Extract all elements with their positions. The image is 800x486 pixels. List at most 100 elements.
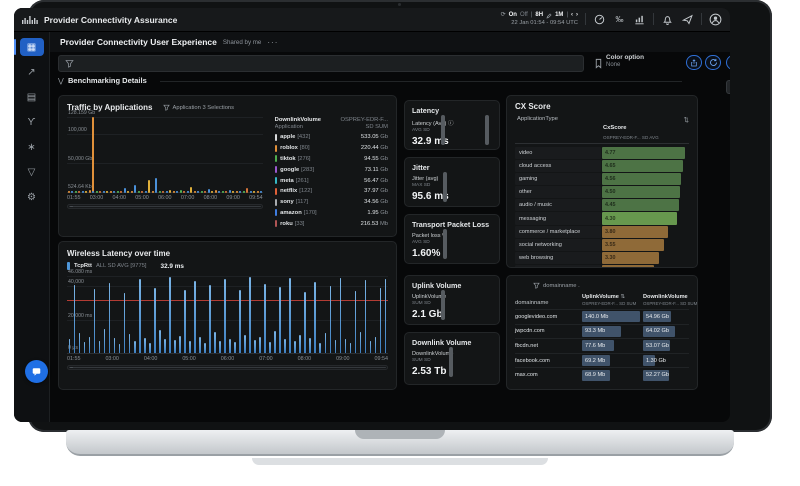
range-next[interactable]: ›	[576, 12, 578, 20]
domain-row[interactable]: googlevideo.com140.0 Mb54.96 Gb	[515, 309, 689, 324]
col-application[interactable]: Application	[275, 124, 303, 130]
app-volume: 220.44 Gb	[361, 145, 388, 151]
range-value[interactable]: 8H	[535, 12, 543, 20]
domain-row[interactable]: jwpcdn.com93.3 Mb64.02 Gb	[515, 324, 689, 339]
kpi-title: Uplink Volume	[412, 281, 492, 290]
sort-icon[interactable]: ⇅	[620, 294, 625, 300]
sort-icon[interactable]: ⇅	[684, 116, 689, 124]
sidebar-item-flows[interactable]: ϒ	[20, 113, 44, 131]
kpi-card-transport-packet-loss[interactable]: Transport Packet LossPacket loss %AVG SD…	[404, 214, 500, 264]
app-table-row[interactable]: google[283]73.11 Gb	[275, 164, 388, 175]
cx-score-row[interactable]: gaming4.56	[515, 172, 689, 185]
divider	[585, 13, 586, 25]
sidebar-item-connections[interactable]: ↗	[20, 63, 44, 81]
replay-icon[interactable]: ⟳	[501, 12, 506, 20]
edit-range-icon[interactable]	[546, 13, 552, 19]
cx-score-value: 3.30	[605, 255, 616, 261]
col-downlink[interactable]: DownlinkVolume	[643, 294, 697, 300]
data-bar	[309, 338, 311, 353]
step-value[interactable]: 1M	[555, 12, 563, 20]
app-table-row[interactable]: amazon[170]1.95 Gb	[275, 208, 388, 219]
domain-row[interactable]: fbcdn.net77.6 Mb53.07 Gb	[515, 338, 689, 353]
bookmark-icon[interactable]	[594, 58, 603, 69]
replay-off[interactable]: Off	[520, 12, 528, 20]
app-table-row[interactable]: tiktok[276]94.55 Gb	[275, 154, 388, 165]
section-title[interactable]: Benchmarking Details	[68, 76, 147, 85]
cx-score-value: 4.50	[605, 189, 616, 195]
data-bar	[229, 339, 231, 353]
x-axis-label: 01:55	[67, 195, 81, 201]
sidebar-item-sensors[interactable]: ▽	[20, 163, 44, 181]
cx-score-row[interactable]: other4.50	[515, 186, 689, 199]
avatar[interactable]	[709, 13, 722, 26]
app-table-row[interactable]: meta[261]56.47 Gb	[275, 175, 388, 186]
export-button[interactable]	[686, 55, 702, 70]
sidebar-item-integrations[interactable]: ∗	[20, 138, 44, 156]
app-name: amazon	[280, 210, 302, 216]
domain-row[interactable]: facebook.com69.2 Mb1.30 Gb	[515, 353, 689, 368]
chat-fab-button[interactable]	[25, 360, 48, 383]
replay-on[interactable]: On	[509, 12, 517, 20]
col-uplink[interactable]: UplinkVolume	[582, 294, 619, 300]
col-cx-score[interactable]: CxScore	[603, 125, 627, 131]
x-axis-label: 09:00	[336, 356, 350, 362]
cx-score-row[interactable]: audio / music4.45	[515, 199, 689, 212]
gauge-icon[interactable]	[593, 13, 606, 26]
cx-score-row[interactable]: cloud access4.65	[515, 159, 689, 172]
sidebar-item-reports[interactable]: ▤	[20, 88, 44, 106]
data-bar	[254, 340, 256, 353]
author-button[interactable]: Author	[726, 55, 730, 70]
app-table-row[interactable]: sony[117]34.56 Gb	[275, 197, 388, 208]
color-option-label: Color option	[606, 54, 644, 62]
more-menu[interactable]: ···	[267, 38, 278, 47]
paper-plane-icon[interactable]	[681, 13, 694, 26]
col-domainname[interactable]: domainname	[515, 300, 579, 306]
cx-score-row[interactable]: messaging4.30	[515, 212, 689, 225]
data-bar	[264, 284, 266, 353]
bell-icon[interactable]	[661, 13, 674, 26]
traffic-chart[interactable]: 128.159 Gb100,00050,000 Gb524.64 Kb	[67, 117, 263, 193]
color-option[interactable]: Color option None	[606, 54, 644, 70]
data-bar	[149, 343, 151, 353]
cx-score-row[interactable]: social networking3.55	[515, 238, 689, 251]
app-volume-unit: Mb	[380, 221, 388, 227]
col-downlink-volume[interactable]: DownlinkVolume	[275, 117, 321, 123]
cx-score-row[interactable]: commerce / marketplace3.80	[515, 225, 689, 238]
cx-score-row[interactable]: web browsing3.30	[515, 252, 689, 265]
chart-metrics-icon[interactable]	[633, 13, 646, 26]
app-color-swatch	[275, 166, 278, 173]
filter-input[interactable]	[58, 55, 584, 72]
chevron-down-icon[interactable]: ⋁	[58, 77, 64, 85]
application-filter-chip[interactable]: Application 3 Selections	[163, 104, 235, 111]
flows-icon: ϒ	[28, 117, 36, 128]
sidebar-item-settings[interactable]: ⚙	[20, 188, 44, 206]
app-table-row[interactable]: netflix[122]37.97 Gb	[275, 186, 388, 197]
latency-scrollbar[interactable]	[67, 365, 388, 370]
sidebar-item-dashboards[interactable]: ▦	[20, 38, 44, 56]
add-widget-button[interactable]: +	[726, 80, 730, 94]
kpi-card-downlink-volume[interactable]: Downlink VolumeDownlinkVolumeSUM SD2.53 …	[404, 332, 500, 385]
percent-settings-icon[interactable]: ‰	[613, 13, 626, 26]
data-bar	[375, 337, 377, 353]
kpi-card-latency[interactable]: LatencyLatency (Avg) ⓘAVG SD32.9 ms	[404, 100, 500, 150]
kpi-spark-bar	[449, 347, 453, 377]
data-bar	[365, 280, 367, 353]
traffic-scrollbar[interactable]	[67, 204, 263, 209]
latency-chart[interactable]: 46.080 ms40,00020,000 ms0 μs	[67, 276, 388, 354]
kpi-card-jitter[interactable]: JitterJitter (avg)MAX SD95.6 ms	[404, 157, 500, 207]
cx-score-row[interactable]: video4.77	[515, 146, 689, 159]
app-table-row[interactable]: roblox[80]220.44 Gb	[275, 143, 388, 154]
kpi-card-uplink-volume[interactable]: Uplink VolumeUplinkVolumeSUM SD2.1 Gb	[404, 275, 500, 325]
app-volume-unit: Gb	[380, 210, 388, 216]
app-table-row[interactable]: apple[432]533.05 Gb	[275, 132, 388, 143]
app-count: [432]	[297, 134, 310, 140]
range-prev[interactable]: ‹	[571, 12, 573, 20]
col-application-type[interactable]: ApplicationType	[517, 116, 603, 140]
domain-row[interactable]: max.com68.9 Mb52.27 Gb	[515, 367, 689, 382]
cx-score-row[interactable]: no sni3.01	[515, 265, 689, 268]
integrations-icon: ∗	[27, 142, 35, 153]
time-range-control[interactable]: ⟳ On Off | 8H 1M | ‹ › 22 Jan 01:54 - 09…	[501, 12, 578, 27]
domainname-filter-chip[interactable]: domainname .	[533, 282, 689, 289]
refresh-button[interactable]	[705, 55, 721, 70]
app-table-row[interactable]: roku[33]216.53 Mb	[275, 218, 388, 229]
